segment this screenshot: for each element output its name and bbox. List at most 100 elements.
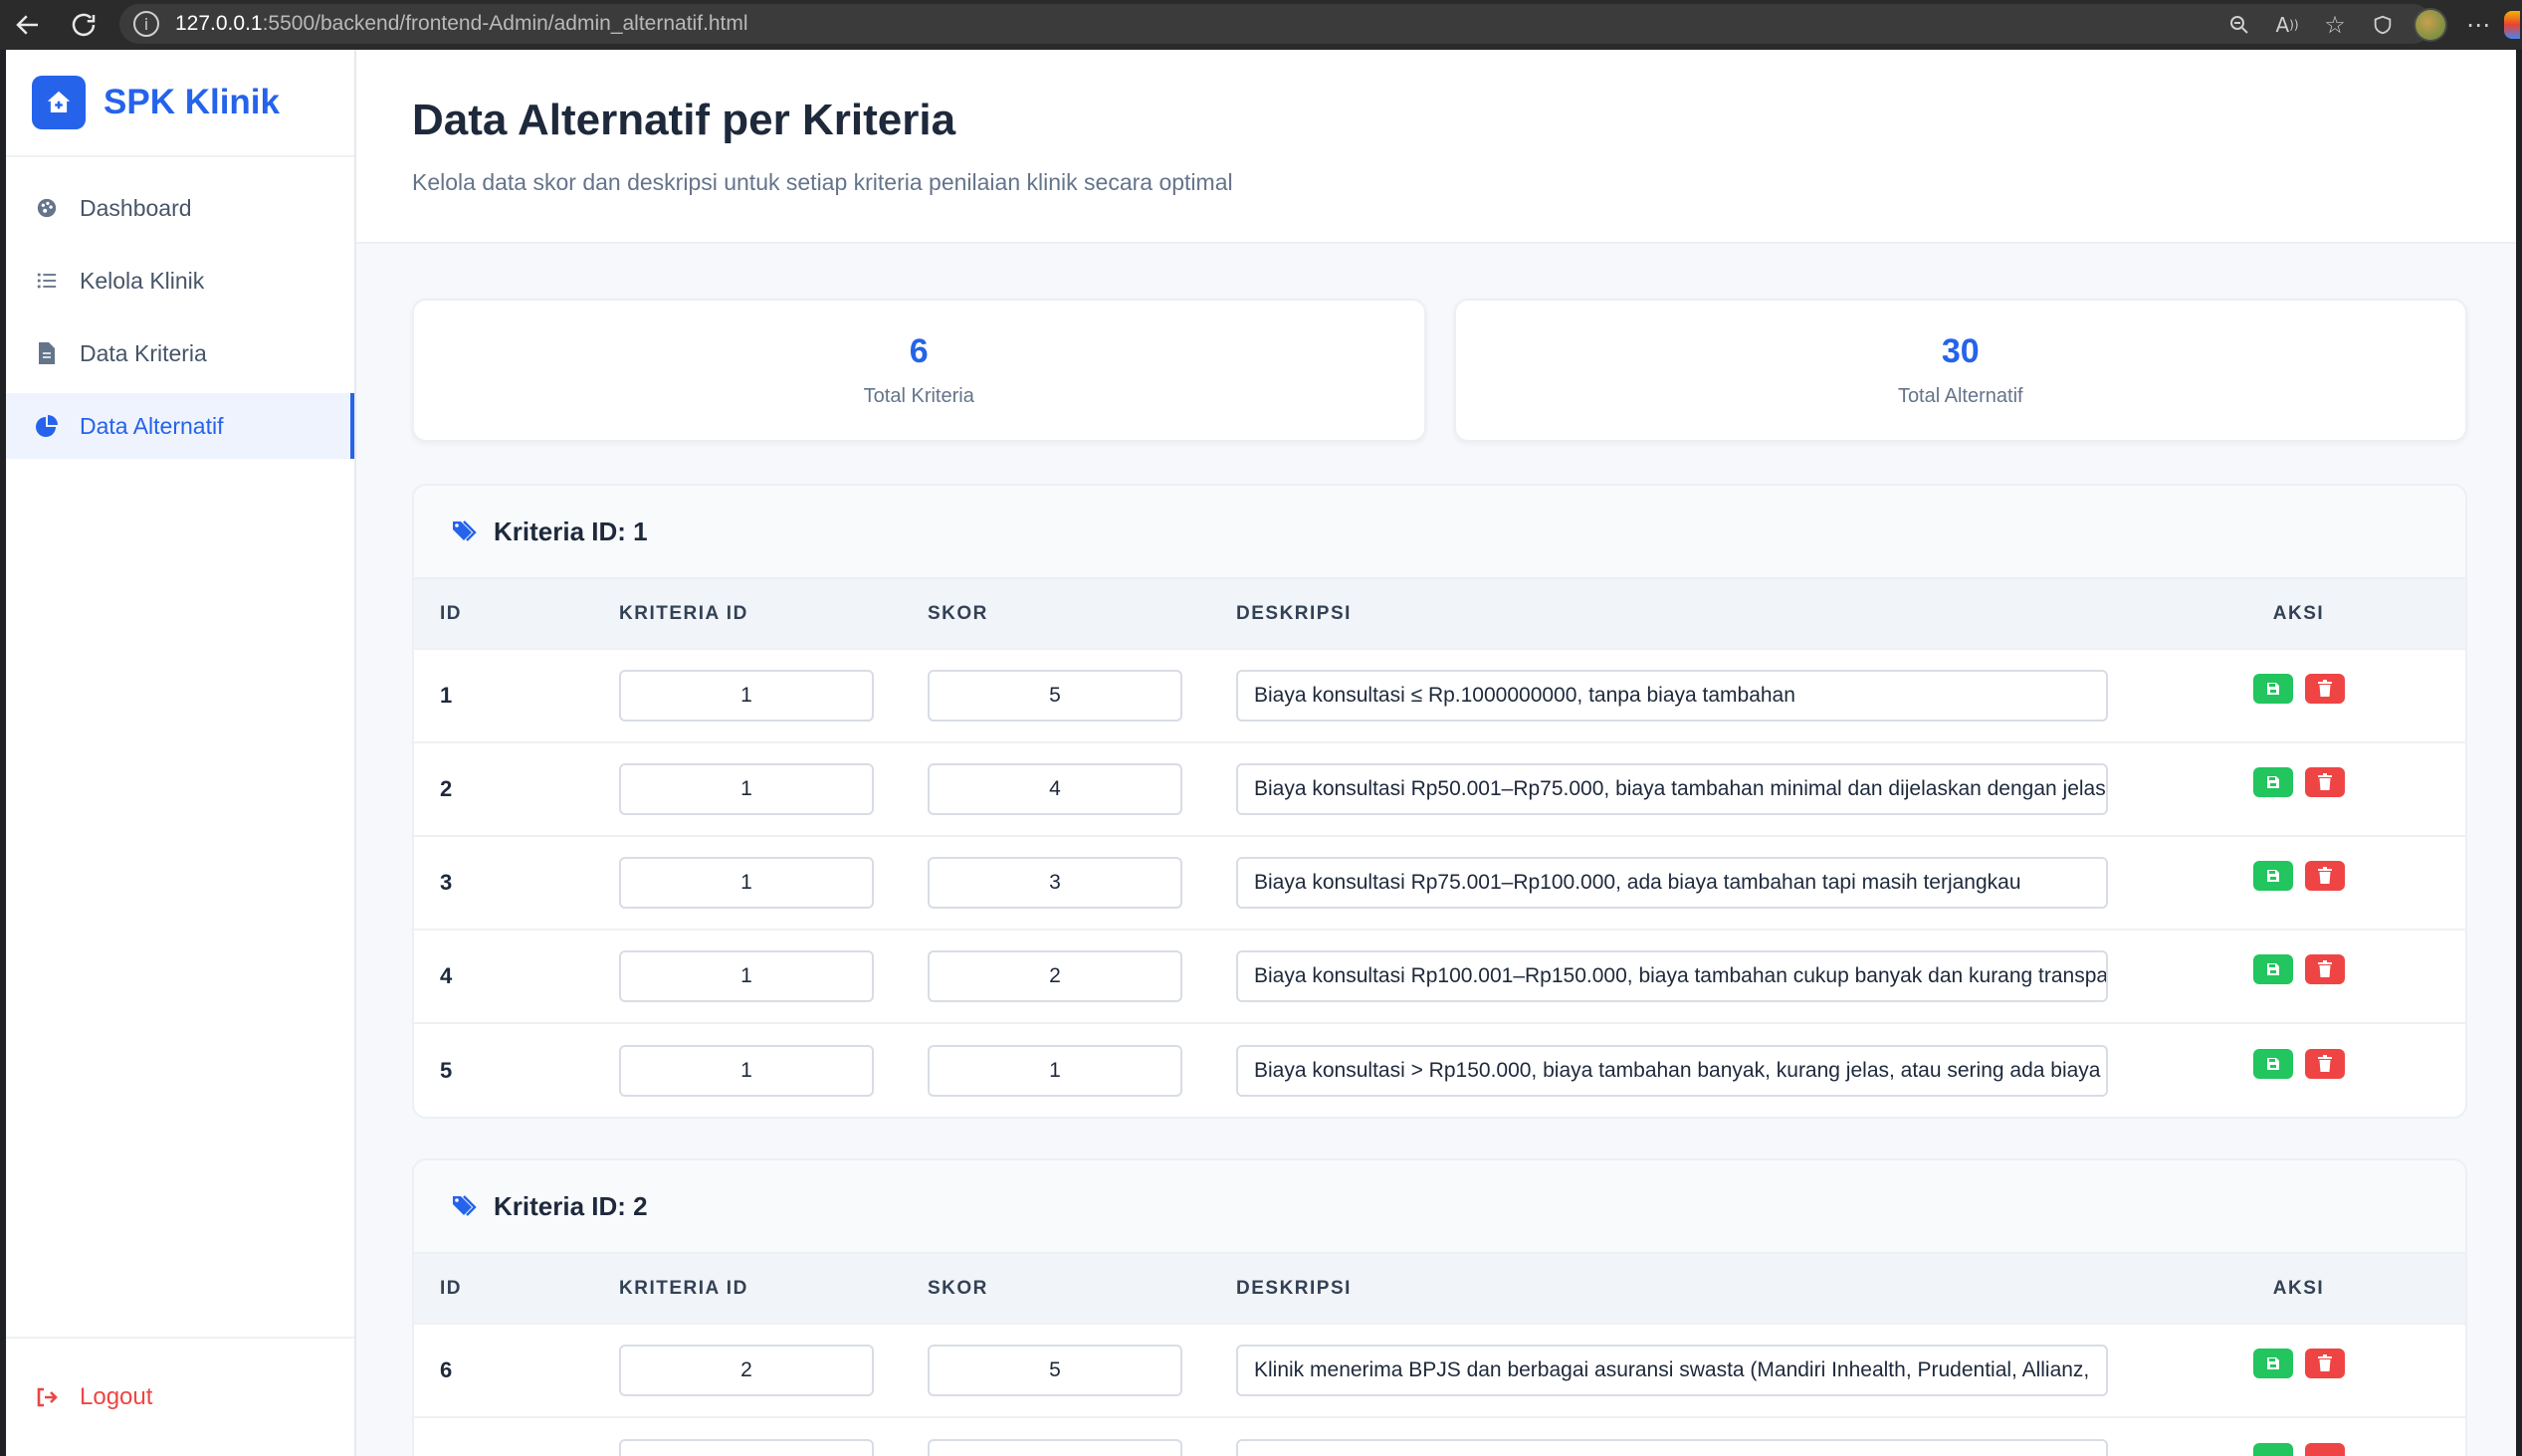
alternatif-table: ID KRITERIA ID SKOR DESKRIPSI AKSI 6 2 5…	[414, 1254, 2465, 1456]
skor-input[interactable]: 5	[928, 670, 1182, 722]
skor-input[interactable]: 4	[928, 763, 1182, 815]
skor-input[interactable]: 5	[928, 1345, 1182, 1396]
col-header-id: ID	[440, 602, 462, 624]
col-header-id: ID	[440, 1277, 462, 1299]
kriteria-id-input[interactable]	[619, 1438, 874, 1456]
trash-icon	[2317, 773, 2332, 790]
deskripsi-input[interactable]: Biaya konsultasi > Rp150.000, biaya tamb…	[1236, 1044, 2108, 1097]
trash-icon	[2317, 960, 2332, 977]
sidebar-item-label: Dashboard	[80, 194, 192, 221]
table-row: 2 1 4 Biaya konsultasi Rp50.001–Rp75.000…	[414, 742, 2465, 836]
deskripsi-input[interactable]: Biaya konsultasi Rp50.001–Rp75.000, biay…	[1236, 763, 2108, 815]
skor-input[interactable]	[928, 1438, 1182, 1456]
col-header-skor: SKOR	[928, 602, 988, 624]
save-button[interactable]	[2252, 1349, 2293, 1378]
kriteria-id-input[interactable]: 1	[619, 950, 874, 1002]
table-row: 5 1 1 Biaya konsultasi > Rp150.000, biay…	[414, 1023, 2465, 1117]
sidebar-item-data-kriteria[interactable]: Data Kriteria	[6, 320, 354, 386]
shield-icon[interactable]	[2359, 1, 2407, 49]
save-button[interactable]	[2252, 1442, 2293, 1456]
deskripsi-input[interactable]: Klinik menerima BPJS dan berbagai asuran…	[1236, 1345, 2108, 1396]
address-bar[interactable]: i 127.0.0.1:5500/backend/frontend-Admin/…	[119, 4, 2432, 44]
table-row	[414, 1417, 2465, 1456]
list-icon	[34, 268, 60, 294]
row-id: 2	[440, 776, 453, 801]
save-icon	[2266, 1057, 2279, 1070]
row-id: 3	[440, 870, 453, 895]
kriteria-id-input[interactable]: 2	[619, 1345, 874, 1396]
zoom-icon[interactable]	[2215, 1, 2263, 49]
logout-button[interactable]: Logout	[34, 1383, 152, 1411]
delete-button[interactable]	[2304, 1349, 2345, 1378]
brand-title: SPK Klinik	[104, 83, 280, 121]
col-header-aksi: AKSI	[2272, 602, 2325, 624]
stat-card-total-kriteria: 6 Total Kriteria	[412, 299, 1426, 442]
tags-icon	[452, 1192, 480, 1220]
save-icon	[2266, 1357, 2279, 1369]
file-icon	[34, 340, 60, 366]
table-row: 4 1 2 Biaya konsultasi Rp100.001–Rp150.0…	[414, 930, 2465, 1023]
save-icon	[2266, 963, 2279, 975]
sidebar-item-data-alternatif[interactable]: Data Alternatif	[6, 393, 354, 459]
window-edge	[2516, 50, 2522, 1456]
browser-toolbar: i 127.0.0.1:5500/backend/frontend-Admin/…	[0, 0, 2522, 50]
clinic-home-icon	[32, 76, 86, 129]
app-window: SPK Klinik Dashboard Kelola Klinik Data …	[6, 50, 2522, 1456]
save-button[interactable]	[2252, 861, 2293, 891]
read-aloud-icon[interactable]: A))	[2263, 1, 2311, 49]
site-info-icon[interactable]: i	[133, 11, 159, 37]
logout-area: Logout	[6, 1337, 354, 1456]
delete-button[interactable]	[2304, 1442, 2345, 1456]
save-icon	[2266, 776, 2279, 788]
brand[interactable]: SPK Klinik	[6, 50, 354, 157]
back-icon[interactable]	[6, 3, 50, 47]
kriteria-id-input[interactable]: 1	[619, 763, 874, 815]
kriteria-id-input[interactable]: 1	[619, 1044, 874, 1097]
skor-input[interactable]: 3	[928, 857, 1182, 909]
section-header: Kriteria ID: 1	[414, 486, 2465, 579]
kriteria-id-input[interactable]: 1	[619, 670, 874, 722]
page-subtitle: Kelola data skor dan deskripsi untuk set…	[412, 169, 1233, 195]
save-button[interactable]	[2252, 674, 2293, 704]
row-id: 1	[440, 683, 453, 708]
sidebar: SPK Klinik Dashboard Kelola Klinik Data …	[6, 50, 356, 1456]
sidebar-menu: Dashboard Kelola Klinik Data Kriteria Da…	[6, 157, 354, 459]
trash-icon	[2317, 867, 2332, 884]
table-row: 3 1 3 Biaya konsultasi Rp75.001–Rp100.00…	[414, 836, 2465, 930]
col-header-deskripsi: DESKRIPSI	[1236, 602, 1352, 624]
row-id: 5	[440, 1057, 453, 1083]
deskripsi-input[interactable]: Biaya konsultasi Rp100.001–Rp150.000, bi…	[1236, 950, 2108, 1002]
delete-button[interactable]	[2304, 861, 2345, 891]
kriteria-id-input[interactable]: 1	[619, 857, 874, 909]
delete-button[interactable]	[2304, 674, 2345, 704]
palette-icon	[34, 195, 60, 221]
stat-card-total-alternatif: 30 Total Alternatif	[1453, 299, 2467, 442]
sidebar-item-kelola-klinik[interactable]: Kelola Klinik	[6, 248, 354, 313]
delete-button[interactable]	[2304, 1048, 2345, 1079]
pie-chart-icon	[34, 413, 60, 439]
favorite-star-icon[interactable]: ☆	[2311, 1, 2359, 49]
skor-input[interactable]: 1	[928, 1044, 1182, 1097]
deskripsi-input[interactable]	[1236, 1438, 2108, 1456]
sidebar-item-dashboard[interactable]: Dashboard	[6, 175, 354, 241]
section-title: Kriteria ID: 2	[494, 1190, 648, 1221]
delete-button[interactable]	[2304, 767, 2345, 797]
copilot-icon[interactable]	[2502, 1, 2522, 49]
save-button[interactable]	[2252, 1048, 2293, 1079]
page-title: Data Alternatif per Kriteria	[412, 96, 956, 144]
save-button[interactable]	[2252, 954, 2293, 984]
col-header-deskripsi: DESKRIPSI	[1236, 1277, 1352, 1299]
reload-icon[interactable]	[62, 3, 105, 47]
stat-label: Total Kriteria	[863, 385, 974, 407]
col-header-kriteria-id: KRITERIA ID	[619, 1277, 748, 1299]
col-header-aksi: AKSI	[2272, 1277, 2325, 1299]
skor-input[interactable]: 2	[928, 950, 1182, 1002]
deskripsi-input[interactable]: Biaya konsultasi Rp75.001–Rp100.000, ada…	[1236, 857, 2108, 909]
save-button[interactable]	[2252, 767, 2293, 797]
more-menu-icon[interactable]: ⋯	[2454, 1, 2502, 49]
deskripsi-input[interactable]: Biaya konsultasi ≤ Rp.1000000000, tanpa …	[1236, 670, 2108, 722]
delete-button[interactable]	[2304, 954, 2345, 984]
profile-avatar[interactable]	[2407, 1, 2454, 49]
section-title: Kriteria ID: 1	[494, 516, 648, 546]
stats-row: 6 Total Kriteria 30 Total Alternatif	[412, 299, 2467, 442]
